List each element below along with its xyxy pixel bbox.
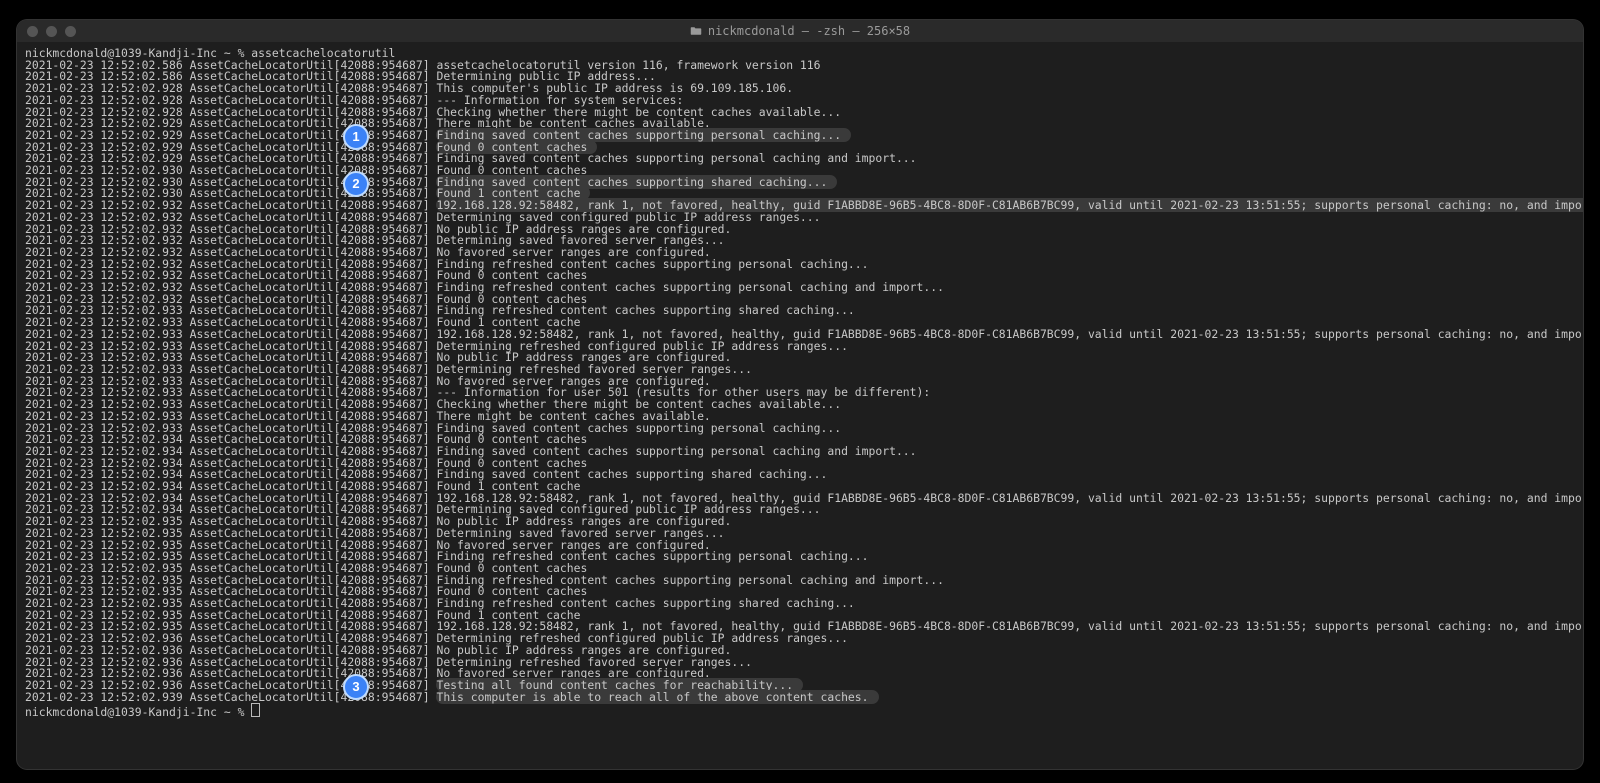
annotation-badge-3: 3 <box>343 674 369 700</box>
log-prefix: 2021-02-23 12:52:02.939 AssetCacheLocato… <box>25 690 436 704</box>
log-message: This computer is able to reach all of th… <box>436 690 878 704</box>
cursor <box>251 703 260 717</box>
terminal-body[interactable]: nickmcdonald@1039-Kandji-Inc ~ % assetca… <box>17 42 1583 769</box>
minimize-icon[interactable] <box>46 26 57 37</box>
titlebar[interactable]: nickmcdonald — -zsh — 256×58 <box>17 20 1583 42</box>
close-icon[interactable] <box>27 26 38 37</box>
terminal-window: nickmcdonald — -zsh — 256×58 nickmcdonal… <box>17 20 1583 769</box>
window-title: nickmcdonald — -zsh — 256×58 <box>17 24 1583 38</box>
traffic-lights <box>17 26 76 37</box>
annotation-badge-1: 1 <box>343 124 369 150</box>
folder-icon <box>690 26 702 36</box>
log-line: 2021-02-23 12:52:02.939 AssetCacheLocato… <box>25 692 1575 704</box>
zoom-icon[interactable] <box>65 26 76 37</box>
prompt-line: nickmcdonald@1039-Kandji-Inc ~ % <box>25 703 1575 719</box>
annotation-badge-2: 2 <box>343 171 369 197</box>
window-title-text: nickmcdonald — -zsh — 256×58 <box>708 24 910 38</box>
